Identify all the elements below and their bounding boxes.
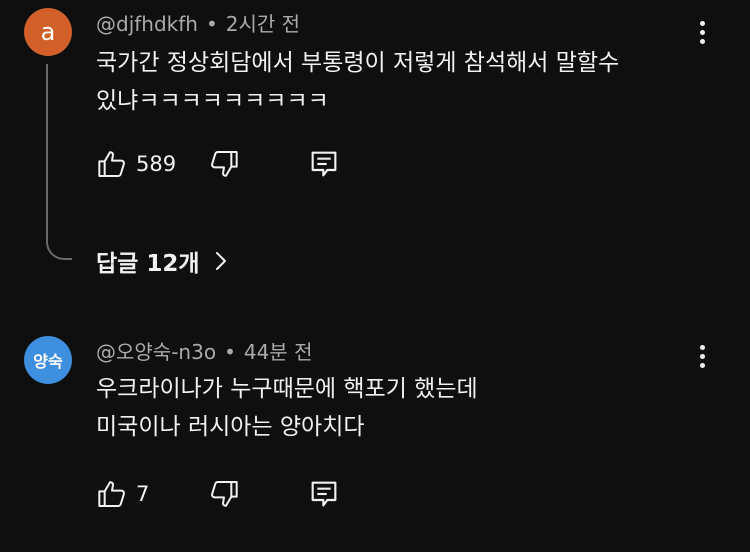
dislike-button[interactable] bbox=[208, 148, 240, 180]
thumbs-down-icon bbox=[211, 151, 238, 177]
comment-timestamp[interactable]: 2시간 전 bbox=[226, 12, 300, 36]
avatar[interactable]: a bbox=[24, 8, 72, 56]
comment-text: 국가간 정상회담에서 부통령이 저렇게 참석해서 말할수 있냐ㅋㅋㅋㅋㅋㅋㅋㅋㅋ bbox=[96, 44, 619, 120]
comment-text-line: 우크라이나가 누구때문에 핵포기 했는데 bbox=[96, 376, 478, 402]
comment-username[interactable]: @djfhdkfh bbox=[96, 12, 198, 36]
comment-text-line: 미국이나 러시아는 양아치다 bbox=[96, 414, 365, 440]
chevron-right-icon bbox=[215, 252, 226, 270]
avatar[interactable]: 양숙 bbox=[24, 336, 72, 384]
thumbs-up-icon bbox=[98, 151, 125, 177]
meta-separator: • bbox=[205, 12, 218, 36]
reply-button[interactable] bbox=[308, 148, 340, 180]
like-count: 7 bbox=[136, 482, 150, 506]
comment-meta: @djfhdkfh • 2시간 전 bbox=[96, 8, 300, 37]
reply-comment-icon bbox=[311, 481, 337, 507]
reply-button[interactable] bbox=[308, 478, 340, 510]
comment-more-button[interactable] bbox=[690, 340, 714, 372]
more-vertical-icon bbox=[699, 20, 705, 26]
like-button[interactable]: 589 bbox=[96, 148, 176, 180]
comment-username[interactable]: @오양숙-n3o bbox=[96, 340, 216, 364]
dislike-button[interactable] bbox=[208, 478, 240, 510]
like-count: 589 bbox=[136, 152, 177, 176]
reply-thread-line bbox=[46, 64, 72, 260]
replies-count-label: 답글 12개 bbox=[96, 251, 200, 277]
like-button[interactable]: 7 bbox=[96, 478, 149, 510]
view-replies-button[interactable]: 답글 12개 bbox=[96, 244, 228, 278]
reply-comment-icon bbox=[311, 151, 337, 177]
comment-more-button[interactable] bbox=[690, 16, 714, 48]
comment-text-line: 있냐ㅋㅋㅋㅋㅋㅋㅋㅋㅋ bbox=[96, 88, 329, 114]
thumbs-up-icon bbox=[98, 481, 125, 507]
thumbs-down-icon bbox=[211, 481, 238, 507]
comment-text-line: 국가간 정상회담에서 부통령이 저렇게 참석해서 말할수 bbox=[96, 50, 620, 76]
meta-separator: • bbox=[224, 340, 236, 364]
comment-text: 우크라이나가 누구때문에 핵포기 했는데 미국이나 러시아는 양아치다 bbox=[96, 370, 478, 446]
comment-meta: @오양숙-n3o • 44분 전 bbox=[96, 336, 312, 365]
comment-timestamp[interactable]: 44분 전 bbox=[244, 340, 313, 364]
more-vertical-icon bbox=[699, 344, 705, 350]
avatar-initials: 양숙 bbox=[33, 352, 63, 371]
avatar-letter: a bbox=[40, 18, 56, 46]
